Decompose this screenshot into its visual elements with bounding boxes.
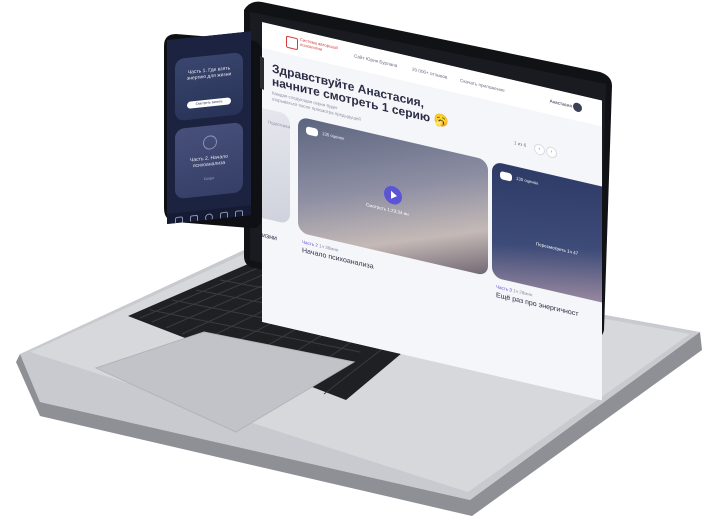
phone-card2-sub: Скоро xyxy=(203,176,215,182)
phone-watch-button[interactable]: Смотреть запись xyxy=(187,97,231,109)
card-next-title: Ещё раз про энергичност xyxy=(496,292,579,319)
pager-text: 1 из 6 xyxy=(514,140,527,148)
rating-badge xyxy=(500,170,512,182)
logo-icon[interactable] xyxy=(286,35,298,51)
phone-card1-text: Часть 1. Где взять энергию для жизни xyxy=(186,65,232,82)
video-card-next[interactable]: 135 оценок Пересмотреть 1ч 47 xyxy=(492,161,602,305)
user-name[interactable]: Анастасия xyxy=(550,98,572,108)
phone-card-part2[interactable]: Часть 2. Начало психоанализа Скоро xyxy=(175,122,243,200)
phone-card2-text: Часть 2. Начало психоанализа xyxy=(190,153,228,170)
phone-screen: Часть 1. Где взять энергию для жизни Смо… xyxy=(167,31,251,224)
card-next-watch-label[interactable]: Пересмотреть 1ч 47 xyxy=(536,241,578,256)
card-main-watch-label[interactable]: Смотреть 1:23:34 ин xyxy=(366,202,409,217)
nav-link-download[interactable]: Скачать приложение xyxy=(460,78,505,93)
avatar[interactable] xyxy=(573,101,582,113)
card-prev-title: изни xyxy=(262,232,277,243)
nav-link-reviews[interactable]: 20 000+ отзывов xyxy=(412,67,447,80)
video-card-prev[interactable]: Подготовка xyxy=(262,101,290,225)
emoji: 🥱 xyxy=(433,111,449,130)
card-prev-hint: Подготовка xyxy=(268,119,290,130)
phone-card-part1[interactable]: Часть 1. Где взять энергию для жизни Смо… xyxy=(175,52,243,122)
nav-link-site[interactable]: Сайт Юрия Бурлана xyxy=(354,53,397,68)
logo-text[interactable]: Система авторской психологии xyxy=(300,37,340,56)
pager-next-button[interactable]: › xyxy=(546,145,557,160)
pager-prev-button[interactable]: ‹ xyxy=(534,142,545,157)
card-next-ratings: 135 оценок xyxy=(516,175,539,186)
rating-badge xyxy=(306,126,318,137)
card-main-ratings: 135 оценок xyxy=(322,130,345,141)
lock-icon xyxy=(203,134,217,151)
play-icon[interactable] xyxy=(384,184,402,207)
